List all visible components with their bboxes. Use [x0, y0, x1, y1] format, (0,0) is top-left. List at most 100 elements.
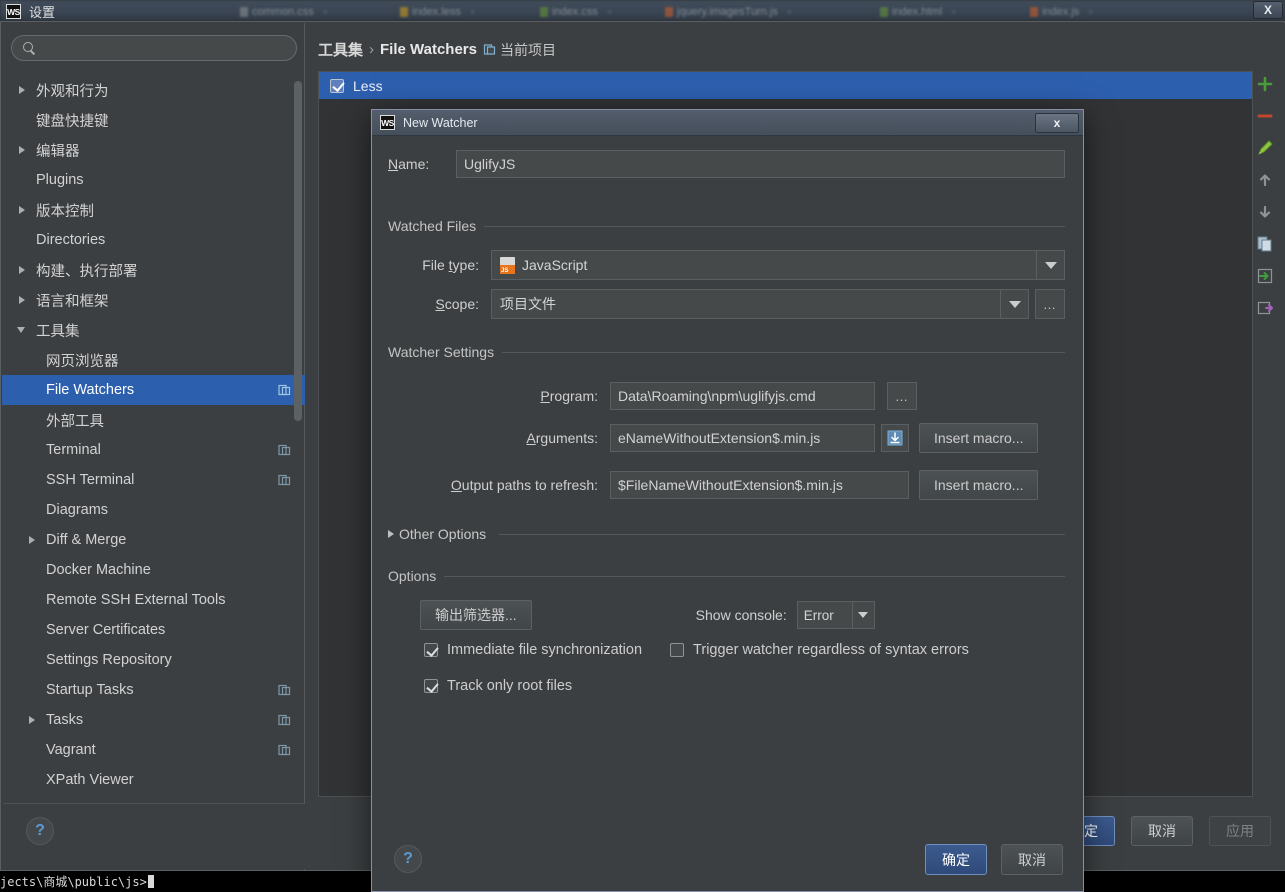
sidebar-item-docker-machine[interactable]: Docker Machine — [2, 555, 305, 585]
editor-tab-label: index.js — [1042, 5, 1080, 18]
copy-watcher-button[interactable] — [1252, 231, 1278, 257]
add-watcher-button[interactable] — [1252, 71, 1278, 97]
sidebar-item-编辑器[interactable]: 编辑器 — [2, 135, 305, 165]
close-icon[interactable]: × — [323, 7, 328, 17]
sidebar-item-vagrant[interactable]: Vagrant — [2, 735, 305, 765]
move-down-button[interactable] — [1252, 199, 1278, 225]
sidebar-item-settings-repository[interactable]: Settings Repository — [2, 645, 305, 675]
dialog-help-button[interactable]: ? — [394, 845, 422, 873]
sidebar-item-remote-ssh-external-tools[interactable]: Remote SSH External Tools — [2, 585, 305, 615]
scope-value: 项目文件 — [500, 296, 556, 312]
settings-cancel-button[interactable]: 取消 — [1131, 816, 1193, 846]
settings-apply-button[interactable]: 应用 — [1209, 816, 1271, 846]
sidebar-item-terminal[interactable]: Terminal — [2, 435, 305, 465]
window-close-button[interactable]: X — [1253, 1, 1283, 19]
move-up-button[interactable] — [1252, 167, 1278, 193]
chevron-down-icon[interactable] — [1036, 251, 1064, 279]
sidebar-item-tasks[interactable]: Tasks — [2, 705, 305, 735]
chevron-right-icon[interactable] — [16, 263, 30, 277]
name-input[interactable] — [456, 150, 1065, 178]
sidebar-item-plugins[interactable]: Plugins — [2, 165, 305, 195]
sidebar-item-版本控制[interactable]: 版本控制 — [2, 195, 305, 225]
checkbox-icon[interactable] — [330, 78, 344, 93]
sidebar-item-label: File Watchers — [46, 382, 135, 398]
sidebar-item-工具集[interactable]: 工具集 — [2, 315, 305, 345]
dialog-cancel-button[interactable]: 取消 — [1001, 844, 1063, 875]
sidebar-item-label: Plugins — [36, 172, 84, 188]
immediate-sync-checkbox[interactable]: Immediate file synchronization — [424, 642, 642, 658]
close-icon[interactable]: × — [787, 7, 792, 17]
chevron-right-icon[interactable] — [16, 203, 30, 217]
arguments-input[interactable] — [610, 424, 875, 452]
sidebar-item-file-watchers[interactable]: File Watchers — [2, 375, 305, 405]
dialog-ok-button[interactable]: 确定 — [925, 844, 987, 875]
project-scope: 当前项目 — [483, 40, 556, 60]
watcher-row[interactable]: Less — [319, 72, 1252, 99]
chevron-down-icon[interactable] — [1000, 290, 1028, 318]
program-browse-button[interactable]: … — [887, 382, 917, 410]
program-input[interactable] — [610, 382, 875, 410]
editor-tab-label: index.css — [552, 5, 598, 18]
expand-macro-icon[interactable] — [881, 424, 909, 452]
search-box[interactable] — [11, 35, 297, 61]
sidebar-item-xpath-viewer[interactable]: XPath Viewer — [2, 765, 305, 795]
close-icon[interactable]: × — [951, 7, 956, 17]
sidebar-item-键盘快捷键[interactable]: 键盘快捷键 — [2, 105, 305, 135]
editor-tab[interactable]: common.css × — [240, 2, 328, 21]
chevron-right-icon[interactable] — [16, 293, 30, 307]
chevron-right-icon[interactable] — [16, 143, 30, 157]
show-console-combo[interactable]: Error — [796, 601, 875, 629]
other-options-toggle[interactable]: Other Options — [388, 526, 1065, 542]
export-button[interactable] — [1252, 295, 1278, 321]
editor-tab[interactable]: index.css × — [540, 2, 612, 21]
close-icon[interactable]: × — [607, 7, 612, 17]
editor-tab[interactable]: jquery.imagesTurn.js × — [665, 2, 792, 21]
chevron-right-icon[interactable] — [16, 83, 30, 97]
editor-tab[interactable]: index.html × — [880, 2, 956, 21]
sidebar-item-label: 外观和行为 — [36, 83, 109, 100]
output-filters-button[interactable]: 输出筛选器... — [420, 600, 532, 630]
sidebar-scrollbar-thumb[interactable] — [294, 81, 302, 421]
sidebar-item-外观和行为[interactable]: 外观和行为 — [2, 75, 305, 105]
close-icon[interactable]: × — [470, 7, 475, 17]
sidebar-item-server-certificates[interactable]: Server Certificates — [2, 615, 305, 645]
trigger-regardless-checkbox[interactable]: Trigger watcher regardless of syntax err… — [670, 642, 969, 658]
watcher-name: Less — [353, 77, 383, 94]
import-button[interactable] — [1252, 263, 1278, 289]
output-paths-insert-macro-button[interactable]: Insert macro... — [919, 470, 1039, 500]
remove-watcher-button[interactable] — [1252, 103, 1278, 129]
sidebar-item-startup-tasks[interactable]: Startup Tasks — [2, 675, 305, 705]
arguments-insert-macro-button[interactable]: Insert macro... — [919, 423, 1039, 453]
sidebar-item-diff-merge[interactable]: Diff & Merge — [2, 525, 305, 555]
track-root-files-checkbox[interactable]: Track only root files — [424, 678, 1065, 694]
chevron-down-icon[interactable] — [851, 602, 874, 628]
sidebar-item-diagrams[interactable]: Diagrams — [2, 495, 305, 525]
trigger-regardless-label: Trigger watcher regardless of syntax err… — [693, 642, 969, 658]
output-paths-input[interactable] — [610, 471, 909, 499]
sidebar-item-ssh-terminal[interactable]: SSH Terminal — [2, 465, 305, 495]
scope-browse-button[interactable]: … — [1035, 289, 1065, 319]
file-type-value-wrap: JavaScript — [492, 256, 595, 274]
dialog-body: Name: Watched Files File type: — [372, 136, 1083, 831]
sidebar-item-label: Directories — [36, 232, 106, 248]
edit-watcher-button[interactable] — [1252, 135, 1278, 161]
editor-tab[interactable]: index.less × — [400, 2, 475, 21]
chevron-down-icon[interactable] — [16, 323, 30, 337]
sidebar-item-外部工具[interactable]: 外部工具 — [2, 405, 305, 435]
help-button[interactable]: ? — [26, 817, 54, 845]
sidebar-item-构建-执行部署[interactable]: 构建、执行部署 — [2, 255, 305, 285]
chevron-right-icon[interactable] — [26, 713, 40, 727]
editor-tab[interactable]: index.js × — [1030, 2, 1094, 21]
chevron-right-icon[interactable] — [26, 533, 40, 547]
file-type-combo[interactable]: JavaScript — [491, 250, 1065, 280]
search-input[interactable] — [36, 40, 286, 56]
sidebar-item-label: Docker Machine — [46, 562, 151, 578]
breadcrumb-root[interactable]: 工具集 — [318, 39, 363, 60]
scope-combo[interactable]: 项目文件 — [491, 289, 1029, 319]
sidebar-item-label: 构建、执行部署 — [36, 263, 138, 280]
dialog-close-button[interactable]: x — [1035, 113, 1079, 133]
close-icon[interactable]: × — [1088, 7, 1093, 17]
sidebar-item-directories[interactable]: Directories — [2, 225, 305, 255]
sidebar-item-网页浏览器[interactable]: 网页浏览器 — [2, 345, 305, 375]
sidebar-item-语言和框架[interactable]: 语言和框架 — [2, 285, 305, 315]
